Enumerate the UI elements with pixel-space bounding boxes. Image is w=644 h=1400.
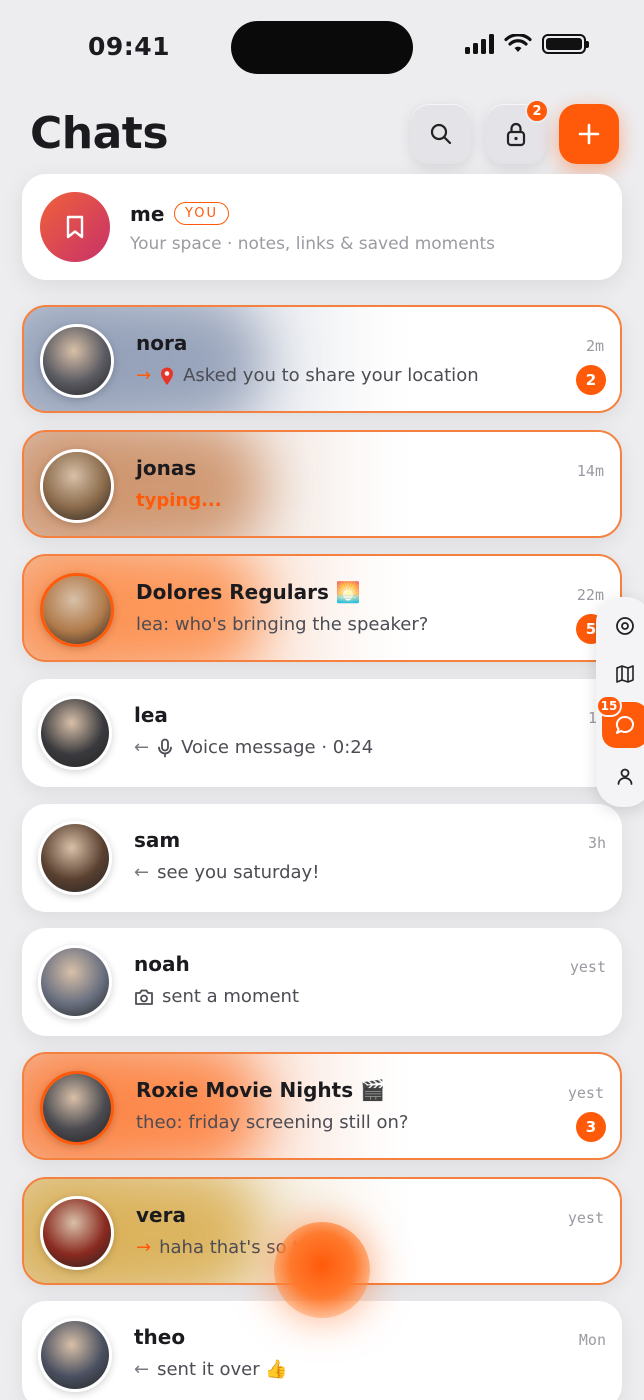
row-fade bbox=[320, 556, 620, 660]
side-rail: 15 bbox=[596, 597, 644, 807]
chat-preview-text: sent it over 👍 bbox=[157, 1359, 288, 1380]
chat-row[interactable]: nora → Asked you to share your location 2m 2 bbox=[22, 305, 622, 413]
chat-time: yest bbox=[569, 958, 606, 976]
rail-profile-button[interactable] bbox=[610, 761, 640, 791]
outgoing-arrow-icon: → bbox=[136, 1237, 152, 1258]
wifi-icon bbox=[504, 34, 532, 52]
page-title: Chats bbox=[30, 108, 169, 159]
chat-preview-text: theo: friday screening still on? bbox=[136, 1112, 409, 1133]
plus-icon bbox=[578, 123, 600, 145]
chat-row[interactable]: Roxie Movie Nights 🎬 theo: friday screeni… bbox=[22, 1052, 622, 1160]
chat-preview-text: Voice message · 0:24 bbox=[181, 737, 374, 758]
me-card[interactable]: me YOU Your space · notes, links & saved… bbox=[22, 174, 622, 280]
chat-name: noah bbox=[134, 952, 190, 976]
incoming-arrow-icon: ← bbox=[134, 737, 150, 758]
rail-target-button[interactable] bbox=[610, 611, 640, 641]
chat-preview: ← Voice message · 0:24 bbox=[134, 737, 373, 758]
avatar bbox=[38, 1318, 112, 1392]
chat-row[interactable]: sam ← see you saturday! 3h bbox=[22, 804, 622, 912]
person-icon bbox=[617, 768, 633, 785]
me-subtitle: Your space · notes, links & saved moment… bbox=[130, 234, 495, 254]
chat-name: theo bbox=[134, 1325, 186, 1349]
chat-preview-text: sent a moment bbox=[162, 986, 300, 1007]
lock-count-badge: 2 bbox=[525, 99, 549, 123]
avatar bbox=[40, 1196, 114, 1270]
microphone-icon bbox=[158, 738, 172, 757]
chat-row[interactable]: noah sent a moment yest bbox=[22, 928, 622, 1036]
chat-row[interactable]: Dolores Regulars 🌅 lea: who's bringing th… bbox=[22, 554, 622, 662]
chat-time: 2m bbox=[585, 337, 604, 355]
cellular-signal-icon bbox=[465, 34, 494, 54]
bookmark-icon bbox=[66, 215, 84, 239]
me-avatar bbox=[40, 192, 110, 262]
incoming-arrow-icon: ← bbox=[134, 1359, 150, 1380]
camera-icon bbox=[135, 989, 153, 1005]
status-icons bbox=[465, 34, 589, 54]
chat-name: jonas bbox=[136, 456, 197, 480]
chat-preview: → Asked you to share your location bbox=[136, 365, 479, 386]
chat-preview: sent a moment bbox=[134, 986, 299, 1007]
chat-name: vera bbox=[136, 1203, 186, 1227]
you-badge: YOU bbox=[174, 202, 229, 225]
search-icon bbox=[430, 123, 452, 145]
avatar bbox=[40, 573, 114, 647]
avatar bbox=[40, 324, 114, 398]
dynamic-island bbox=[231, 21, 413, 74]
target-icon bbox=[616, 617, 634, 635]
incoming-arrow-icon: ← bbox=[134, 862, 150, 883]
chat-time: 3h bbox=[587, 834, 606, 852]
avatar bbox=[38, 821, 112, 895]
chat-name: Roxie Movie Nights 🎬 bbox=[136, 1078, 385, 1102]
chat-preview: typing... bbox=[136, 490, 222, 511]
chat-preview-text: lea: who's bringing the speaker? bbox=[136, 614, 429, 635]
chat-preview: theo: friday screening still on? bbox=[136, 1112, 408, 1133]
chat-preview-text: typing... bbox=[136, 490, 222, 511]
chat-name: lea bbox=[134, 703, 168, 727]
rail-chats-badge: 15 bbox=[596, 695, 622, 717]
chat-name: sam bbox=[134, 828, 181, 852]
chat-name: Dolores Regulars 🌅 bbox=[136, 580, 361, 604]
map-icon bbox=[616, 665, 634, 683]
chat-time: yest bbox=[567, 1084, 604, 1102]
chat-row[interactable]: jonas typing... 14m bbox=[22, 430, 622, 538]
avatar bbox=[38, 945, 112, 1019]
location-pin-icon bbox=[161, 367, 174, 385]
chat-preview: ← sent it over 👍 bbox=[134, 1359, 288, 1380]
search-button[interactable] bbox=[411, 104, 471, 164]
chat-preview-text: see you saturday! bbox=[157, 862, 320, 883]
new-chat-button[interactable] bbox=[559, 104, 619, 164]
chat-time: Mon bbox=[578, 1331, 606, 1349]
row-fade bbox=[320, 1054, 620, 1158]
avatar bbox=[38, 696, 112, 770]
avatar bbox=[40, 449, 114, 523]
chat-row[interactable]: lea←Voice message · 0:241h bbox=[22, 679, 622, 787]
chat-time: 22m bbox=[576, 586, 604, 604]
chat-preview: ← see you saturday! bbox=[134, 862, 319, 883]
row-fade bbox=[320, 432, 620, 536]
lock-icon bbox=[506, 122, 526, 147]
chat-preview-text: Asked you to share your location bbox=[183, 365, 479, 386]
floating-action-orb[interactable] bbox=[274, 1222, 370, 1318]
chat-time: yest bbox=[567, 1209, 604, 1227]
chat-time: 14m bbox=[576, 462, 604, 480]
chat-bubble-icon bbox=[615, 715, 634, 734]
chat-preview: lea: who's bringing the speaker? bbox=[136, 614, 428, 635]
me-name: me bbox=[130, 202, 165, 226]
avatar bbox=[40, 1071, 114, 1145]
unread-badge: 2 bbox=[576, 365, 606, 395]
rail-map-button[interactable] bbox=[610, 659, 640, 689]
status-bar: 09:41 bbox=[0, 0, 644, 90]
chat-name: nora bbox=[136, 331, 188, 355]
battery-icon bbox=[542, 34, 589, 54]
row-fade bbox=[320, 307, 620, 411]
outgoing-arrow-icon: → bbox=[136, 365, 152, 386]
status-time: 09:41 bbox=[88, 32, 171, 61]
unread-badge: 3 bbox=[576, 1112, 606, 1142]
